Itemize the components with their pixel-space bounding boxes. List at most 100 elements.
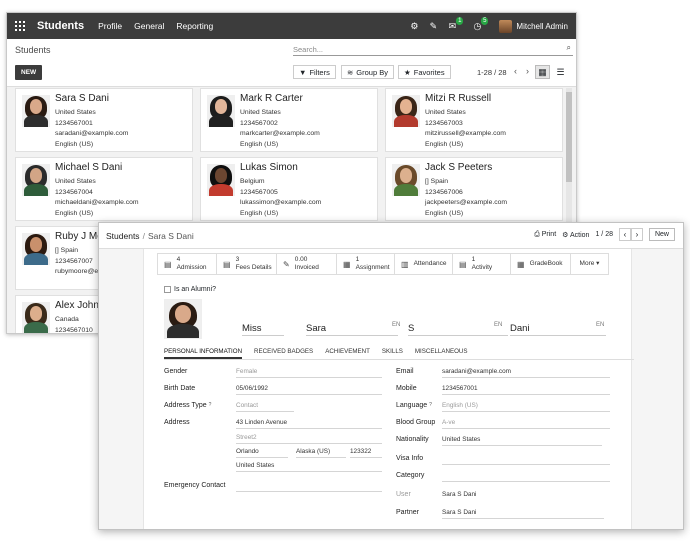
partner-field[interactable]: Sara S Dani [442,508,604,519]
kanban-view-icon[interactable]: ▦ [535,65,550,79]
smart-button-more[interactable]: More ▾ [571,253,609,275]
gender-label: Gender [164,368,188,375]
street2-field[interactable]: Street2 [236,433,382,444]
smart-button-assignment[interactable]: ▦ 1 Assignment [337,253,395,275]
student-phone: 1234567002 [240,119,278,127]
student-language: English (US) [425,209,464,217]
tab-miscellaneous[interactable]: MISCELLANEOUS [415,346,468,359]
category-label: Category [396,472,425,479]
smart-button-attendance[interactable]: ▥ Attendance [395,253,453,275]
menu-general[interactable]: General [134,21,164,31]
new-button[interactable]: NEW [15,65,43,80]
tab-skills[interactable]: SKILLS [382,346,403,359]
pager-next-icon[interactable]: › [526,66,529,76]
emergency-contact-field[interactable] [236,481,382,492]
activity-clock-icon[interactable]: ◷ 5 [472,17,489,31]
form-tabs: PERSONAL INFORMATION RECEIVED BADGES ACH… [164,346,634,360]
visa-info-label: Visa Info [396,455,424,462]
student-card[interactable]: Sara S Dani United States 1234567001 sarada… [15,88,193,152]
breadcrumb: Students / Sara S Dani [106,231,194,241]
student-name: Lukas Simon [240,162,298,173]
student-card[interactable]: Lukas Simon Belgium 1234567005 lukassimon@e… [200,157,378,221]
filters-button[interactable]: ▼ Filters [293,65,336,79]
chat-icon[interactable]: ✉ 1 [447,17,464,31]
smart-button-admission[interactable]: ▤ 4 Admission [157,253,217,275]
blood-group-field[interactable]: A-ve [442,418,610,429]
smart-button-fees-details[interactable]: ▤ 3 Fees Details [217,253,277,275]
smart-button-gradebook[interactable]: ▦ GradeBook [511,253,571,275]
tab-received-badges[interactable]: RECEIVED BADGES [254,346,313,359]
prev-record-icon[interactable]: ‹ [618,228,631,241]
user-name: Mitchell Admin [516,21,568,31]
tools-wrench-icon[interactable]: ✎ [428,21,438,31]
pager-prev-icon[interactable]: ‹ [514,66,517,76]
student-card[interactable]: Mark R Carter United States 1234567002 mark… [200,88,378,152]
search-input[interactable]: Search... ⌕ [293,43,573,56]
country-field[interactable]: United States [236,461,382,472]
user-field[interactable]: Sara S Dani [442,490,610,501]
alumni-checkbox-row[interactable]: Is an Alumni? [164,286,216,293]
language-field[interactable]: English (US) [442,401,610,412]
form-pager[interactable]: 1 / 28 [595,231,613,238]
gender-field[interactable]: Female [236,367,382,378]
tab-achievement[interactable]: ACHIEVEMENT [325,346,370,359]
list-view-icon[interactable]: ☰ [553,65,568,79]
student-card[interactable]: Mitzi R Russell United States 1234567003 mi… [385,88,563,152]
student-language: English (US) [55,209,94,217]
student-country: [] Spain [55,247,79,254]
title-field[interactable]: Miss [242,323,284,336]
middle-name-lang-tag[interactable]: EN [494,322,502,328]
middle-name-field[interactable]: S [408,323,508,336]
address-type-field[interactable]: Contact [236,401,294,412]
language-help-icon[interactable]: ? [429,402,432,408]
birth-date-field[interactable]: 05/06/1992 [236,384,382,395]
student-photo [392,95,420,127]
student-photo[interactable] [164,299,202,339]
tab-personal-information[interactable]: PERSONAL INFORMATION [164,346,243,359]
first-name-field[interactable]: Sara [306,323,398,336]
filter-icon: ▼ [299,67,307,77]
email-label: Email [396,368,414,375]
menu-profile[interactable]: Profile [98,21,122,31]
user-menu[interactable]: Mitchell Admin [499,19,568,33]
menu-reporting[interactable]: Reporting [176,21,213,31]
category-field[interactable] [442,471,610,482]
help-icon[interactable]: ? [209,402,212,408]
state-field[interactable]: Alaska (US) [296,447,346,458]
groupby-button[interactable]: ≋ Group By [341,65,394,79]
alumni-checkbox[interactable] [164,286,171,293]
action-button[interactable]: ⚙ Action [562,231,589,239]
pager-value[interactable]: 1-28 / 28 [477,68,507,77]
visa-info-field[interactable] [442,454,610,465]
smart-button-label: Attendance [413,260,447,267]
breadcrumb-students[interactable]: Students [106,231,140,241]
first-name-lang-tag[interactable]: EN [392,322,400,328]
apps-menu-icon[interactable] [15,21,25,31]
nationality-field[interactable]: United States [442,435,602,446]
smart-button-invoiced[interactable]: ✎ 0.00 Invoiced [277,253,337,275]
student-name: Sara S Dani [55,93,109,104]
last-name-field[interactable]: Dani [510,323,606,336]
student-card[interactable]: Michael S Dani United States 1234567004 mic… [15,157,193,221]
email-field[interactable]: saradani@example.com [442,367,610,378]
street-field[interactable]: 43 Linden Avenue [236,418,382,429]
favorites-button[interactable]: ★ Favorites [398,65,451,79]
app-title[interactable]: Students [37,20,84,32]
next-record-icon[interactable]: › [630,228,643,241]
mobile-field[interactable]: 1234567001 [442,384,610,395]
file-icon: ▤ [223,259,231,269]
city-field[interactable]: Orlando [236,447,288,458]
form-new-button[interactable]: New [648,228,675,241]
debug-gear-icon[interactable]: ⚙ [409,21,419,31]
smart-button-value: 4 [176,256,181,263]
search-icon[interactable]: ⌕ [567,43,571,53]
last-name-lang-tag[interactable]: EN [596,322,604,328]
student-photo [207,164,235,196]
print-button[interactable]: ⎙ Print [534,231,556,239]
zip-field[interactable]: 123322 [350,447,382,458]
calendar-icon: ▥ [401,259,409,269]
student-phone: 1234567007 [55,257,93,265]
filters-label: Filters [309,67,330,77]
smart-button-activity[interactable]: ▤ 1 Activity [453,253,511,275]
student-card[interactable]: Jack S Peeters [] Spain 1234567006 jackpeet… [385,157,563,221]
